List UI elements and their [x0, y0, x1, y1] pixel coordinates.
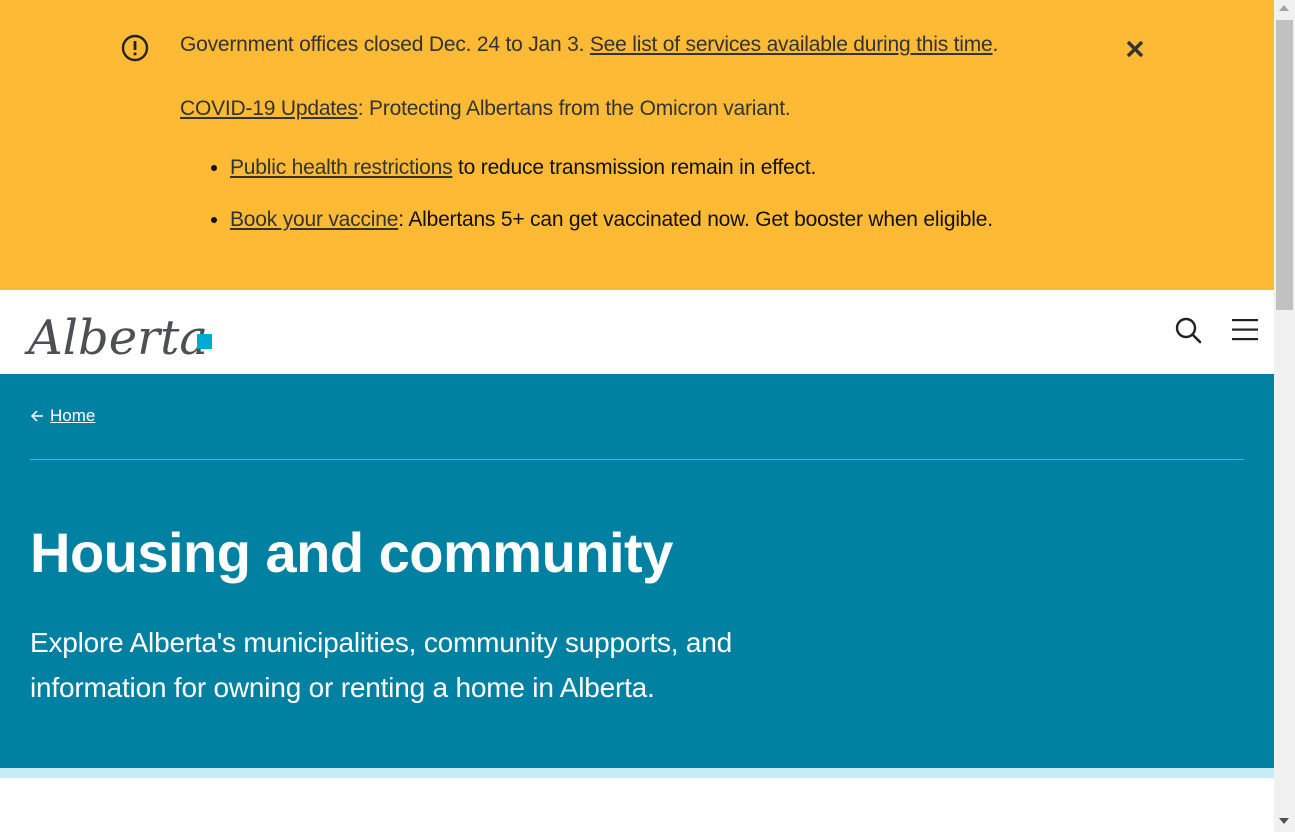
page-description: Explore Alberta's municipalities, commun… — [30, 627, 733, 703]
alert-closure-text: Government offices closed Dec. 24 to Jan… — [180, 33, 590, 56]
hero-divider — [30, 459, 1244, 460]
scroll-up-arrow-icon[interactable] — [1279, 5, 1289, 11]
alert-covid-notice: COVID-19 Updates: Protecting Albertans f… — [180, 97, 791, 121]
covid-updates-link[interactable]: COVID-19 Updates — [180, 97, 358, 120]
scrollbar-thumb[interactable] — [1276, 20, 1293, 310]
alert-closure-period: . — [992, 33, 999, 56]
breadcrumb-home-link[interactable]: Home — [50, 406, 95, 426]
page: Government offices closed Dec. 24 to Jan… — [0, 0, 1274, 832]
breadcrumb: Home — [30, 406, 95, 426]
alert-bullet-text: to reduce transmission remain in effect. — [452, 156, 817, 179]
alert-bullet-item: Book your vaccine: Albertans 5+ can get … — [230, 205, 993, 234]
book-vaccine-link[interactable]: Book your vaccine — [230, 208, 398, 231]
alberta-logo[interactable]: Alberta — [24, 302, 216, 362]
svg-text:Alberta: Alberta — [24, 310, 208, 362]
search-icon[interactable] — [1173, 315, 1203, 345]
hero-accent-strip — [0, 768, 1274, 778]
close-icon[interactable] — [1121, 35, 1149, 63]
alert-banner: Government offices closed Dec. 24 to Jan… — [0, 0, 1274, 290]
public-health-restrictions-link[interactable]: Public health restrictions — [230, 156, 453, 179]
services-list-link[interactable]: See list of services available during th… — [590, 33, 993, 56]
page-title: Housing and community — [30, 521, 673, 584]
scroll-down-arrow-icon[interactable] — [1279, 818, 1289, 824]
hamburger-menu-icon[interactable] — [1230, 315, 1260, 345]
exclamation-circle-icon — [121, 34, 149, 62]
alert-bullet-text: : Albertans 5+ can get vaccinated now. G… — [398, 208, 993, 231]
alert-bullet-item: Public health restrictions to reduce tra… — [230, 153, 993, 182]
alert-closure-notice: Government offices closed Dec. 24 to Jan… — [180, 33, 998, 57]
alert-bullet-list: Public health restrictions to reduce tra… — [180, 153, 993, 257]
alert-covid-text: : Protecting Albertans from the Omicron … — [357, 97, 791, 120]
arrow-left-icon — [30, 410, 43, 422]
